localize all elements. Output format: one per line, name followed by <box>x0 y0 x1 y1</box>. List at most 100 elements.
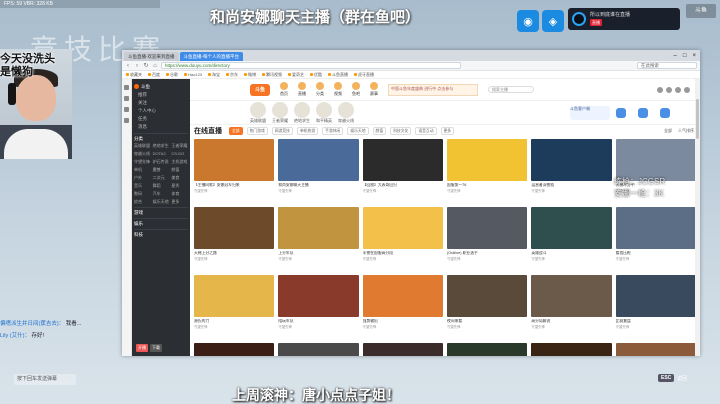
rail-bookmark-icon[interactable] <box>124 85 129 90</box>
stream-card[interactable]: 比赛复盘 守望先锋 <box>615 275 696 339</box>
bookmark-item[interactable]: 虎牙直播 <box>354 72 374 78</box>
stream-thumbnail[interactable] <box>615 343 696 356</box>
stream-thumbnail[interactable] <box>278 207 359 249</box>
stream-card[interactable]: 天梯排位守望先锋 <box>278 343 359 356</box>
douyu-logo[interactable]: 斗鱼 <box>250 83 270 96</box>
sidebar-category-link[interactable]: 舞蹈 <box>153 182 170 189</box>
sidebar-item[interactable]: 消息 <box>134 123 188 131</box>
sidebar-category-link[interactable]: 守望先锋 <box>134 158 151 165</box>
esc-hint[interactable]: ESC 返回 <box>658 374 687 382</box>
stream-card[interactable]: 运营者深夜档 守望先锋 <box>531 139 612 203</box>
sidebar-category-link[interactable]: 魔兽 <box>153 166 170 173</box>
stream-thumbnail[interactable] <box>278 275 359 317</box>
page-scrollbar[interactable] <box>695 79 700 356</box>
nav-link[interactable]: 赛事 <box>370 82 378 97</box>
sidebar-item[interactable]: 推荐 <box>134 91 188 99</box>
sidebar-item[interactable]: 个人中心 <box>134 107 188 115</box>
app-icon[interactable] <box>638 107 648 118</box>
stream-card[interactable]: 强势输出 守望先锋 <box>362 275 443 339</box>
browser-tab-active[interactable]: 斗鱼直播-每个人的直播平台 <box>179 52 243 61</box>
filter-chip[interactable]: 更多 <box>440 127 455 135</box>
stream-card[interactable]: 【Zeus】下路狂人守望先锋 <box>194 343 275 356</box>
stream-thumbnail[interactable] <box>278 343 359 356</box>
bookmark-item[interactable]: 谷歌 <box>166 72 178 78</box>
bookmark-item[interactable]: 微博 <box>244 72 256 78</box>
bookmark-item[interactable]: Hao123 <box>184 72 202 77</box>
nav-link[interactable]: 鱼吧 <box>352 82 360 97</box>
stream-thumbnail[interactable] <box>615 139 696 181</box>
sidebar-category-link[interactable]: DOTA2 <box>153 150 170 157</box>
stream-thumbnail[interactable] <box>615 275 696 317</box>
stream-thumbnail[interactable] <box>531 343 612 356</box>
stream-card[interactable]: 【回放】大表哥回归 守望先锋 <box>362 139 443 203</box>
refresh-icon[interactable]: ↻ <box>143 62 149 69</box>
sidebar-category-link[interactable]: 王者荣耀 <box>171 142 188 149</box>
stream-card[interactable]: 夜间来看 守望先锋 <box>447 275 528 339</box>
back-icon[interactable]: ‹ <box>125 63 131 69</box>
stream-card[interactable]: 和尚安娜聊天主播 守望先锋 <box>278 139 359 203</box>
stream-card[interactable]: 天梯上分之路 守望先锋 <box>194 207 275 271</box>
download-button[interactable]: 下载 <box>150 344 162 352</box>
nav-link[interactable]: 视频 <box>334 82 342 97</box>
sidebar-category-link[interactable]: 数码 <box>134 190 151 197</box>
filter-chip[interactable]: 语音互动 <box>415 127 437 135</box>
sidebar-category-link[interactable]: CS:GO <box>171 150 188 157</box>
stream-thumbnail[interactable] <box>194 139 275 181</box>
category-item[interactable]: 英雄联盟 <box>250 101 266 124</box>
stream-thumbnail[interactable] <box>447 207 528 249</box>
sidebar-category-link[interactable]: 更多 <box>171 198 188 205</box>
nav-link[interactable]: 首页 <box>280 82 288 97</box>
stream-card[interactable]: 极限一打五守望先锋 <box>531 343 612 356</box>
sidebar-category-link[interactable]: 穿越火线 <box>134 150 151 157</box>
stream-thumbnail[interactable] <box>194 275 275 317</box>
site-search-input[interactable]: 搜索主播 <box>488 86 534 93</box>
filter-chip[interactable]: 单机热游 <box>296 127 319 135</box>
stream-thumbnail[interactable] <box>531 207 612 249</box>
filter-chip[interactable]: 网游竞技 <box>271 127 293 135</box>
stream-thumbnail[interactable] <box>362 207 443 249</box>
close-icon[interactable]: × <box>692 52 696 61</box>
filter-chip[interactable]: 颜值 <box>372 127 387 135</box>
chat-group-icon[interactable]: ◉ <box>517 10 539 32</box>
stream-thumbnail[interactable] <box>447 275 528 317</box>
url-input[interactable]: https://www.douyu.com/directory <box>161 62 461 69</box>
category-item[interactable]: 王者荣耀 <box>272 101 288 124</box>
sidebar-category-link[interactable]: 娱乐天地 <box>153 198 170 205</box>
sidebar-category-link[interactable]: 户外 <box>134 174 151 181</box>
stream-card[interactable]: (Outline) 职业选手 守望先锋 <box>447 207 528 271</box>
stream-thumbnail[interactable] <box>362 275 443 317</box>
browser-tab[interactable]: 斗鱼直播-欢迎来到直播 <box>124 52 179 61</box>
stream-thumbnail[interactable] <box>615 207 696 249</box>
stream-thumbnail[interactable] <box>194 207 275 249</box>
forward-icon[interactable]: › <box>134 63 140 69</box>
filter-chip[interactable]: 科技文化 <box>390 127 412 135</box>
sidebar-category-link[interactable]: 绝地求生 <box>153 142 170 149</box>
sidebar-category-link[interactable]: 汽车 <box>153 190 170 197</box>
filter-chip[interactable]: 手游休闲 <box>322 127 344 135</box>
stream-card[interactable]: 半夜在国服高分段 守望先锋 <box>362 207 443 271</box>
home-icon[interactable]: ⌂ <box>152 63 158 69</box>
stream-card[interactable]: 天梯冲分中 守望先锋 <box>615 139 696 203</box>
sidebar-category-link[interactable]: 星秀 <box>171 182 188 189</box>
stream-thumbnail[interactable] <box>447 139 528 181</box>
stream-card[interactable]: 高分局解说 守望先锋 <box>531 275 612 339</box>
filter-chip[interactable]: 全部 <box>229 127 243 135</box>
rail-settings-icon[interactable] <box>124 118 129 123</box>
sidebar-category-link[interactable]: 单机 <box>134 166 151 173</box>
header-ad-banner[interactable]: 中国斗鱼年度盛典 进行中 点击参与 <box>388 83 478 96</box>
sidebar-category-link[interactable]: 美食 <box>171 174 188 181</box>
stream-thumbnail[interactable] <box>447 343 528 356</box>
browser-search-input[interactable]: 在此搜索 <box>637 62 697 69</box>
bookmark-item[interactable]: 收藏夹 <box>126 72 142 78</box>
stream-thumbnail[interactable] <box>531 275 612 317</box>
sidebar-category-link[interactable]: 主机游戏 <box>171 158 188 165</box>
stream-thumbnail[interactable] <box>194 343 275 356</box>
start-stream-button[interactable]: 开播 <box>136 344 148 352</box>
filter-chip[interactable]: 热门游戏 <box>246 127 268 135</box>
bookmark-item[interactable]: 优酷 <box>310 72 322 78</box>
sidebar-category-link[interactable]: 颜值 <box>171 166 188 173</box>
stream-card[interactable]: 源氏的刀 守望先锋 <box>194 275 275 339</box>
category-item[interactable]: 和平精英 <box>316 101 332 124</box>
sidebar-category-link[interactable]: 体育 <box>171 190 188 197</box>
sort-popularity[interactable]: 人气排序 <box>678 128 694 134</box>
